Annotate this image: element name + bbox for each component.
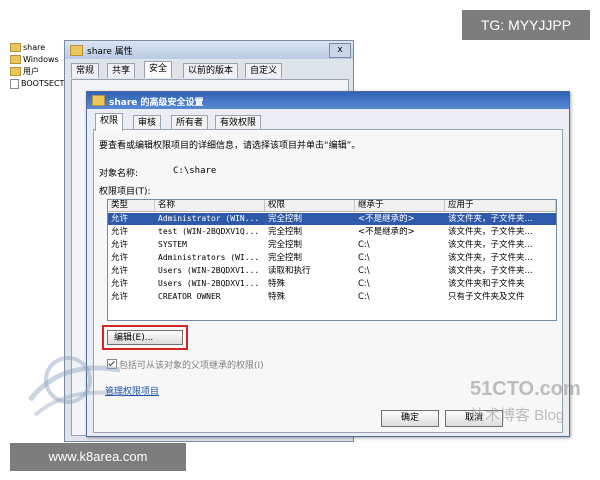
table-row[interactable]: 允许 SYSTEM 完全控制 C:\ 该文件夹，子文件夹... xyxy=(108,239,556,251)
properties-title: share 属性 xyxy=(87,47,133,57)
permission-list[interactable]: 类型 名称 权限 继承于 应用于 允许 Administrator (WIN..… xyxy=(107,199,557,321)
column-inherited-from[interactable]: 继承于 xyxy=(355,200,445,211)
tab-general[interactable]: 常规 xyxy=(71,63,100,78)
column-name[interactable]: 名称 xyxy=(155,200,265,211)
table-row[interactable]: 允许 Administrators (WI... 完全控制 C:\ 该文件夹，子… xyxy=(108,252,556,264)
advanced-title-bar[interactable]: share 的高级安全设置 xyxy=(87,92,569,109)
tab-permissions[interactable]: 权限 xyxy=(95,113,124,131)
column-type[interactable]: 类型 xyxy=(108,200,155,211)
tab-security[interactable]: 安全 xyxy=(144,61,173,78)
tree-item-bootsect[interactable]: BOOTSECT. xyxy=(10,78,66,90)
tree-item-users[interactable]: 用户 xyxy=(10,66,39,78)
table-row[interactable]: 允许 Users (WIN-2BQDXV1... 读取和执行 C:\ 该文件夹，… xyxy=(108,265,556,277)
tab-owner[interactable]: 所有者 xyxy=(171,115,209,130)
tab-auditing[interactable]: 审核 xyxy=(133,115,162,130)
watermark-blog: 技术博客 Blog xyxy=(470,407,565,424)
table-row[interactable]: 允许 CREATOR OWNER 特殊 C:\ 只有子文件夹及文件 xyxy=(108,291,556,303)
folder-icon xyxy=(10,55,21,64)
column-apply-to[interactable]: 应用于 xyxy=(445,200,556,211)
file-icon xyxy=(10,78,19,89)
table-row[interactable]: 允许 Administrator (WIN... 完全控制 <不是继承的> 该文… xyxy=(108,213,556,225)
folder-icon xyxy=(92,95,105,106)
tab-customize[interactable]: 自定义 xyxy=(245,63,283,78)
inherit-checkbox-label: 包括可从该对象的父项继承的权限(I) xyxy=(119,361,264,371)
permission-entries-label: 权限项目(T): xyxy=(99,187,151,197)
watermark-logo-icon xyxy=(28,356,126,417)
site-badge: www.k8area.com xyxy=(10,443,186,471)
table-row[interactable]: 允许 Users (WIN-2BQDXV1... 特殊 C:\ 该文件夹和子文件… xyxy=(108,278,556,290)
tab-effective-permissions[interactable]: 有效权限 xyxy=(215,115,262,130)
folder-icon xyxy=(70,45,83,56)
tab-previous-versions[interactable]: 以前的版本 xyxy=(183,63,239,78)
tree-item-share[interactable]: share xyxy=(10,42,45,54)
tg-badge: TG: MYYJJPP xyxy=(462,10,590,40)
advanced-title: share 的高级安全设置 xyxy=(109,98,204,108)
object-name-value: C:\share xyxy=(173,166,217,176)
object-name-label: 对象名称: xyxy=(99,169,139,179)
watermark-51cto: 51CTO.com xyxy=(470,378,581,400)
tab-sharing[interactable]: 共享 xyxy=(107,63,136,78)
close-button[interactable]: x xyxy=(329,43,351,58)
instruction-text: 要查看或编辑权限项目的详细信息，请选择该项目并单击“编辑”。 xyxy=(99,141,361,151)
list-header: 类型 名称 权限 继承于 应用于 xyxy=(108,200,556,212)
tree-item-windows[interactable]: Windows xyxy=(10,54,59,66)
column-permission[interactable]: 权限 xyxy=(265,200,355,211)
explorer-tree: share Windows 用户 BOOTSECT. xyxy=(8,40,67,340)
table-row[interactable]: 允许 test (WIN-2BQDXV1Q... 完全控制 <不是继承的> 该文… xyxy=(108,226,556,238)
folder-icon xyxy=(10,43,21,52)
ok-button[interactable]: 确定 xyxy=(381,410,439,427)
properties-title-bar[interactable]: share 属性 x xyxy=(65,41,353,59)
folder-icon xyxy=(10,67,21,76)
